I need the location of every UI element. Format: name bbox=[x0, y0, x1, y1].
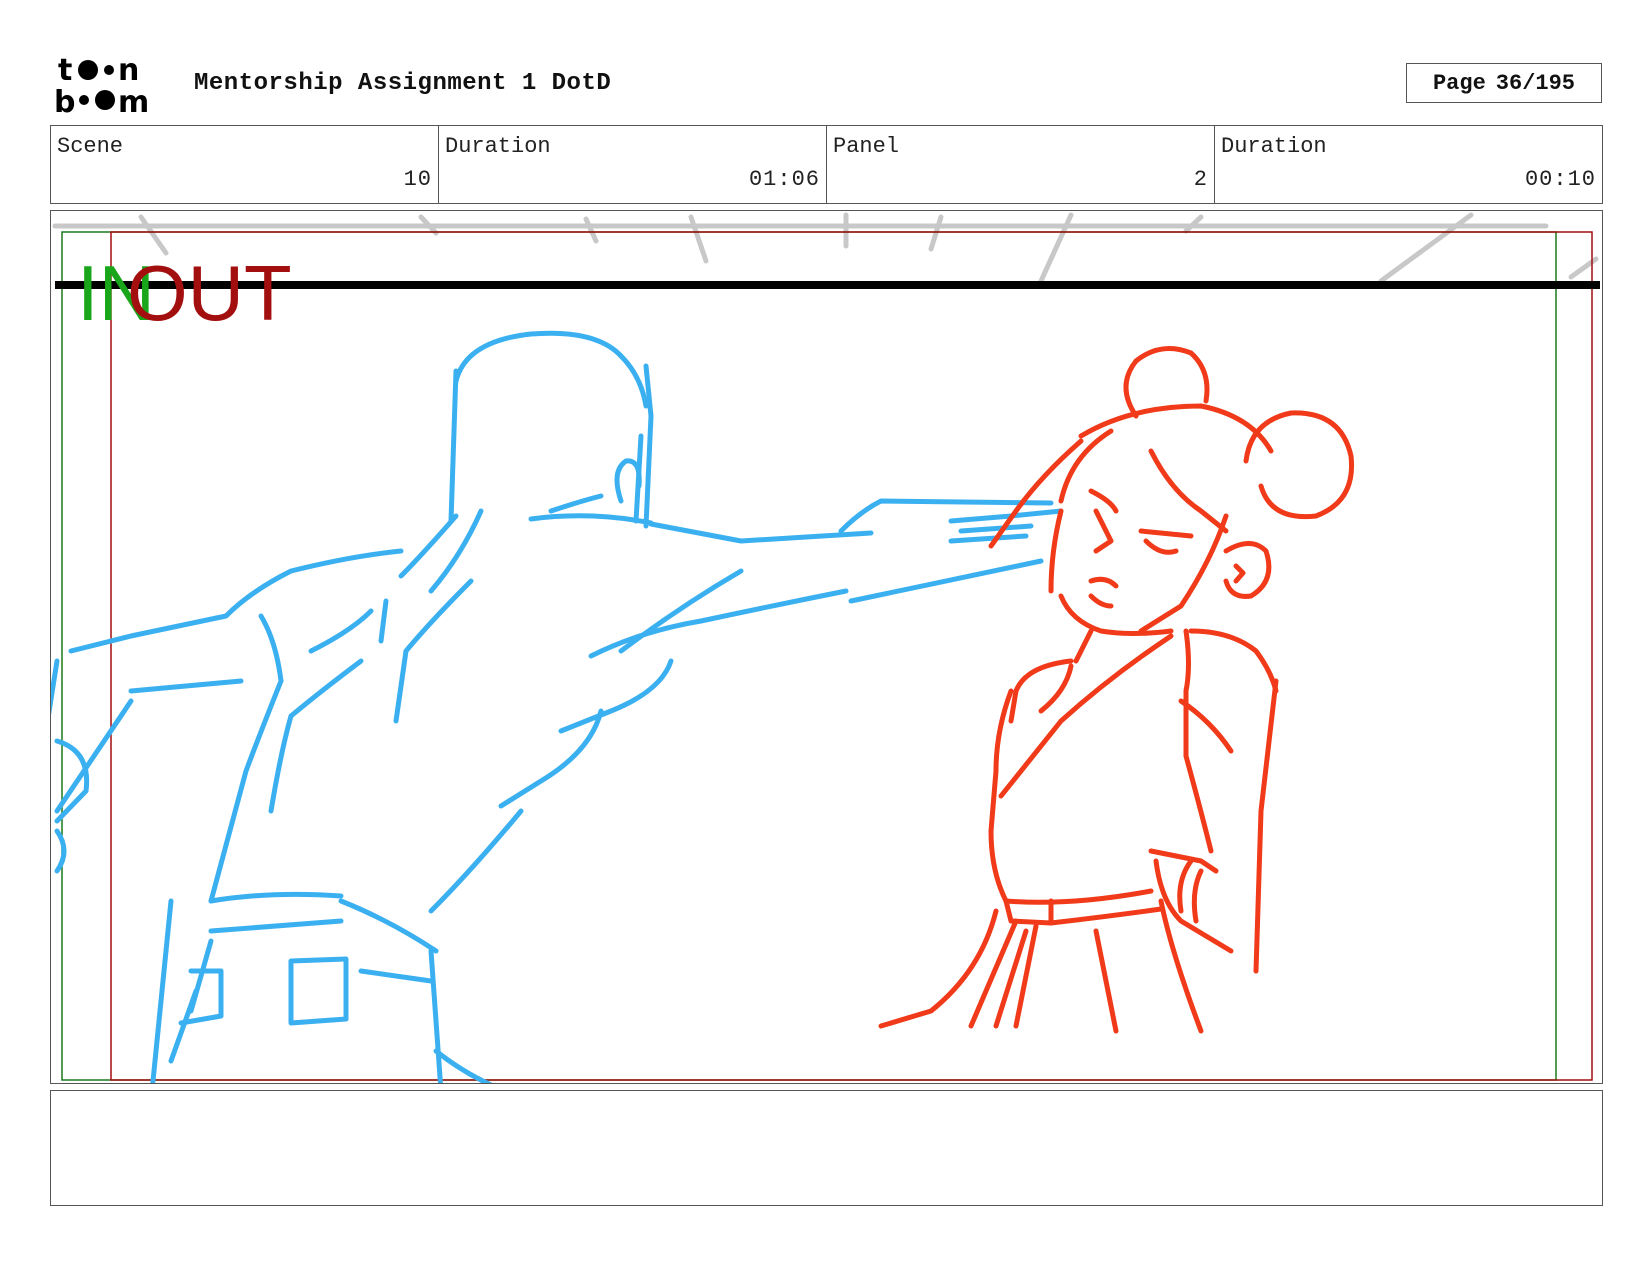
panel-cell: Panel 2 bbox=[827, 126, 1215, 203]
scene-label: Scene bbox=[57, 134, 124, 159]
document-title: Mentorship Assignment 1 DotD bbox=[194, 70, 612, 97]
page-indicator: Page 36/195 bbox=[1406, 63, 1602, 103]
in-frame bbox=[61, 231, 1557, 1081]
svg-text:t: t bbox=[58, 53, 72, 88]
panel-label: Panel bbox=[833, 134, 900, 159]
scene-info-table: Scene 10 Duration 01:06 Panel 2 Duration… bbox=[50, 125, 1603, 204]
svg-text:b: b bbox=[54, 85, 75, 116]
storyboard-panel: IN OUT bbox=[50, 210, 1603, 1084]
panel-value: 2 bbox=[1193, 167, 1208, 192]
page-number: 36/195 bbox=[1495, 70, 1576, 96]
scene-duration-label: Duration bbox=[445, 134, 551, 159]
scene-duration-value: 01:06 bbox=[748, 167, 820, 192]
red-figure-sketch bbox=[878, 346, 1355, 1034]
toon-boom-logo: t n b m bbox=[54, 53, 149, 116]
out-frame bbox=[110, 231, 1593, 1081]
panel-duration-value: 00:10 bbox=[1524, 167, 1596, 192]
scene-duration-cell: Duration 01:06 bbox=[439, 126, 827, 203]
scene-cell: Scene 10 bbox=[51, 126, 439, 203]
svg-text:m: m bbox=[118, 85, 149, 116]
blue-figure-sketch bbox=[51, 330, 1064, 1083]
out-label: OUT bbox=[127, 249, 292, 337]
page-label: Page bbox=[1432, 70, 1486, 96]
svg-text:n: n bbox=[118, 53, 139, 88]
panel-duration-label: Duration bbox=[1221, 134, 1327, 159]
panel-notes-box[interactable] bbox=[50, 1090, 1603, 1206]
panel-artwork bbox=[51, 212, 1600, 1083]
scene-value: 10 bbox=[403, 167, 432, 192]
panel-duration-cell: Duration 00:10 bbox=[1215, 126, 1602, 203]
